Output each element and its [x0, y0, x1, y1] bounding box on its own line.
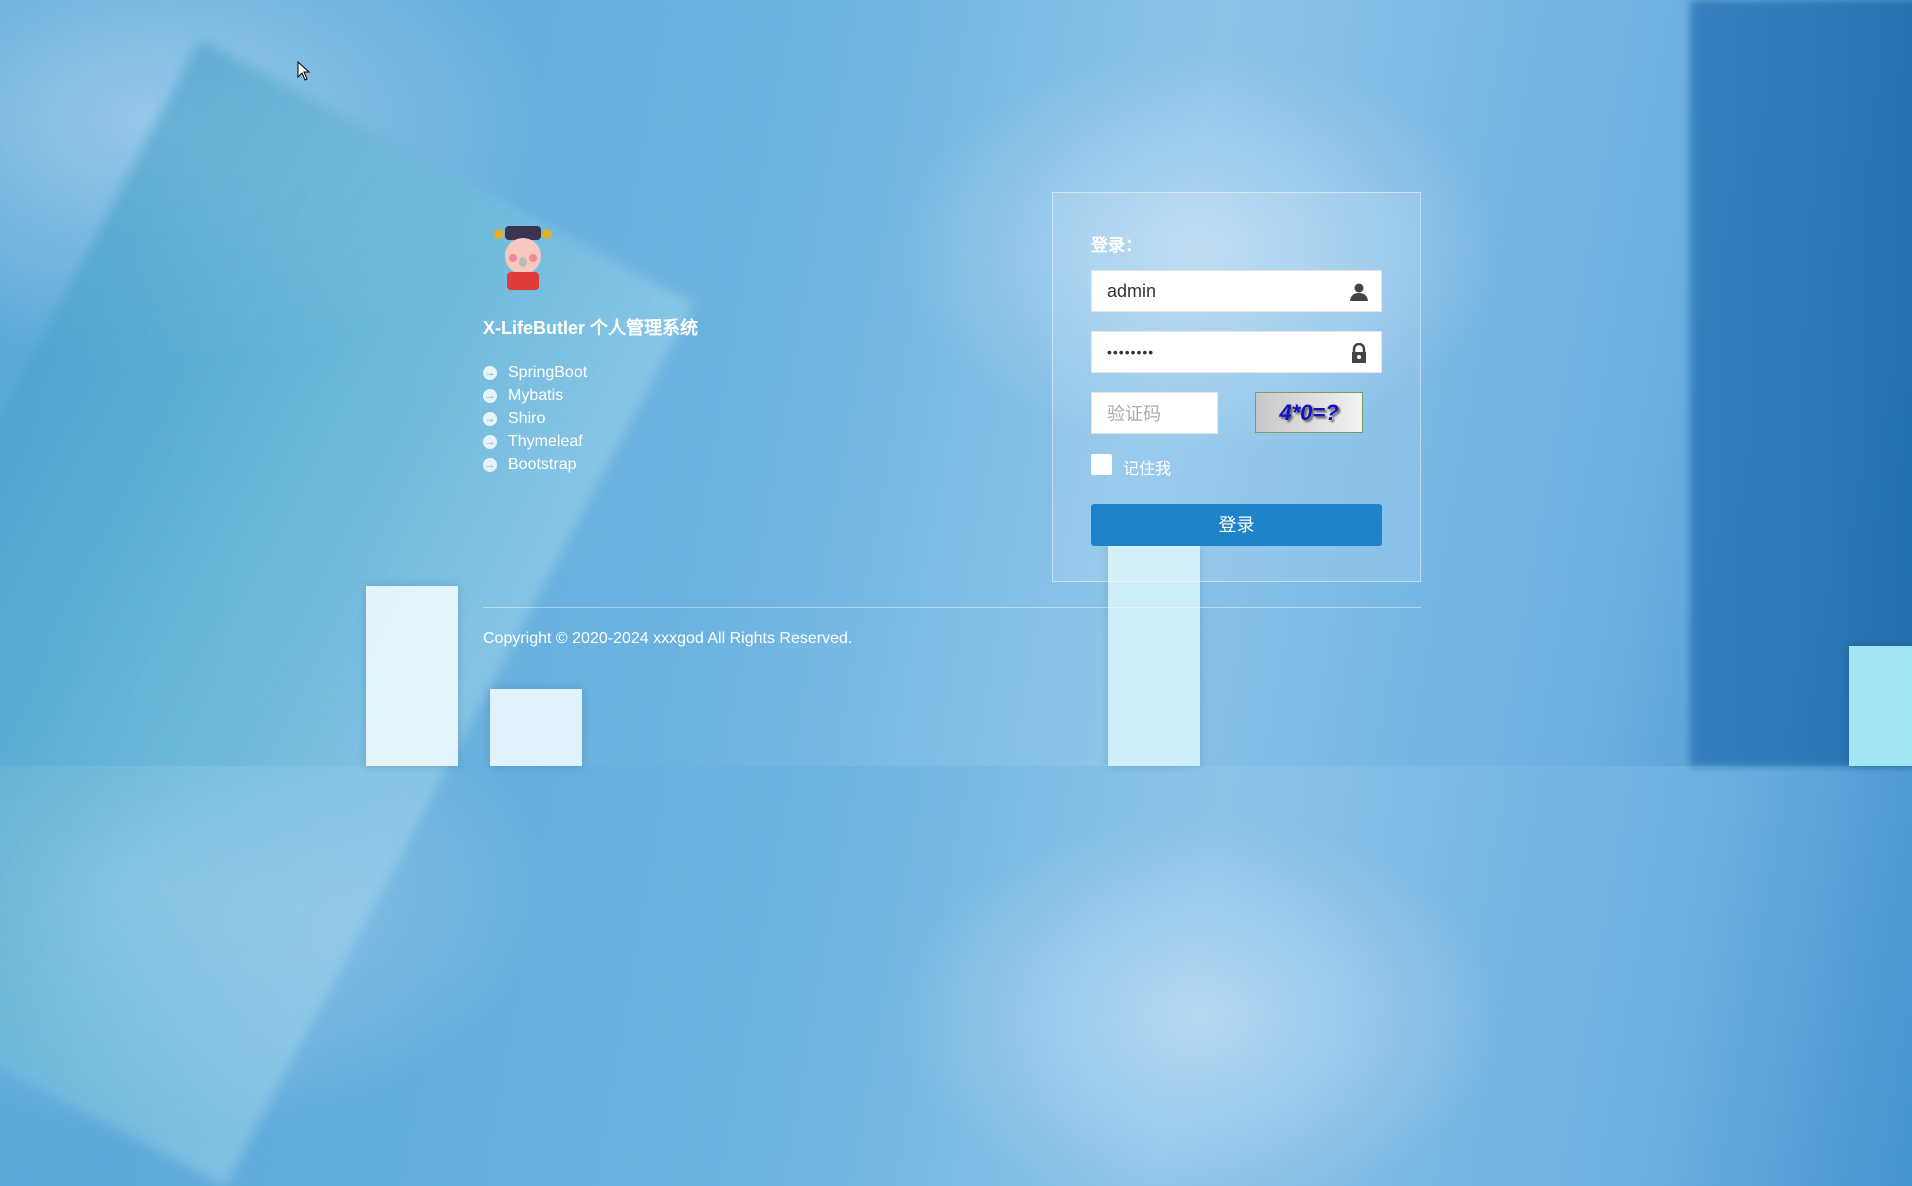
arrow-circle-right-icon: →: [483, 365, 497, 380]
feature-label: Bootstrap: [508, 455, 577, 473]
feature-label: Mybatis: [508, 386, 564, 404]
captcha-image[interactable]: 4*0=?: [1255, 392, 1363, 433]
feature-list: → SpringBoot → Mybatis → Shiro → Thymeleaf →…: [483, 361, 587, 476]
feature-item: → Shiro: [483, 407, 587, 430]
background-bar: [490, 689, 582, 766]
login-heading: 登录：: [1091, 236, 1142, 255]
username-value: admin: [1107, 280, 1157, 301]
feature-item: → Bootstrap: [483, 453, 587, 476]
password-input[interactable]: ••••••••: [1091, 331, 1382, 373]
mouse-cursor-icon: [297, 61, 311, 81]
arrow-circle-right-icon: →: [483, 388, 497, 403]
captcha-placeholder: 验证码: [1107, 404, 1161, 424]
background-bar: [366, 586, 458, 766]
feature-item: → SpringBoot: [483, 361, 587, 384]
captcha-input[interactable]: 验证码: [1091, 392, 1218, 434]
divider: [483, 607, 1421, 608]
feature-label: SpringBoot: [508, 363, 588, 381]
user-icon: [1350, 283, 1368, 301]
arrow-circle-right-icon: →: [483, 434, 497, 449]
feature-label: Thymeleaf: [508, 432, 583, 450]
mascot-logo-icon: [494, 226, 552, 290]
login-button[interactable]: 登录: [1091, 504, 1382, 546]
app-title: X-LifeButler 个人管理系统: [483, 318, 699, 338]
feature-label: Shiro: [508, 409, 546, 427]
feature-item: → Mybatis: [483, 384, 587, 407]
login-card: 登录： admin •••••••• 验证码 4*0=? 记住我 登录: [1052, 192, 1421, 582]
copyright: Copyright © 2020-2024 xxxgod All Rights …: [483, 630, 853, 647]
arrow-circle-right-icon: →: [483, 411, 497, 426]
username-input[interactable]: admin: [1091, 270, 1382, 312]
arrow-circle-right-icon: →: [483, 457, 497, 472]
password-value: ••••••••: [1107, 344, 1155, 360]
remember-me-checkbox[interactable]: [1091, 454, 1112, 475]
background-bar: [1849, 646, 1912, 766]
background-building: [0, 40, 695, 1186]
lock-icon: [1352, 343, 1366, 363]
feature-item: → Thymeleaf: [483, 430, 587, 453]
remember-me-label[interactable]: 记住我: [1123, 455, 1171, 479]
